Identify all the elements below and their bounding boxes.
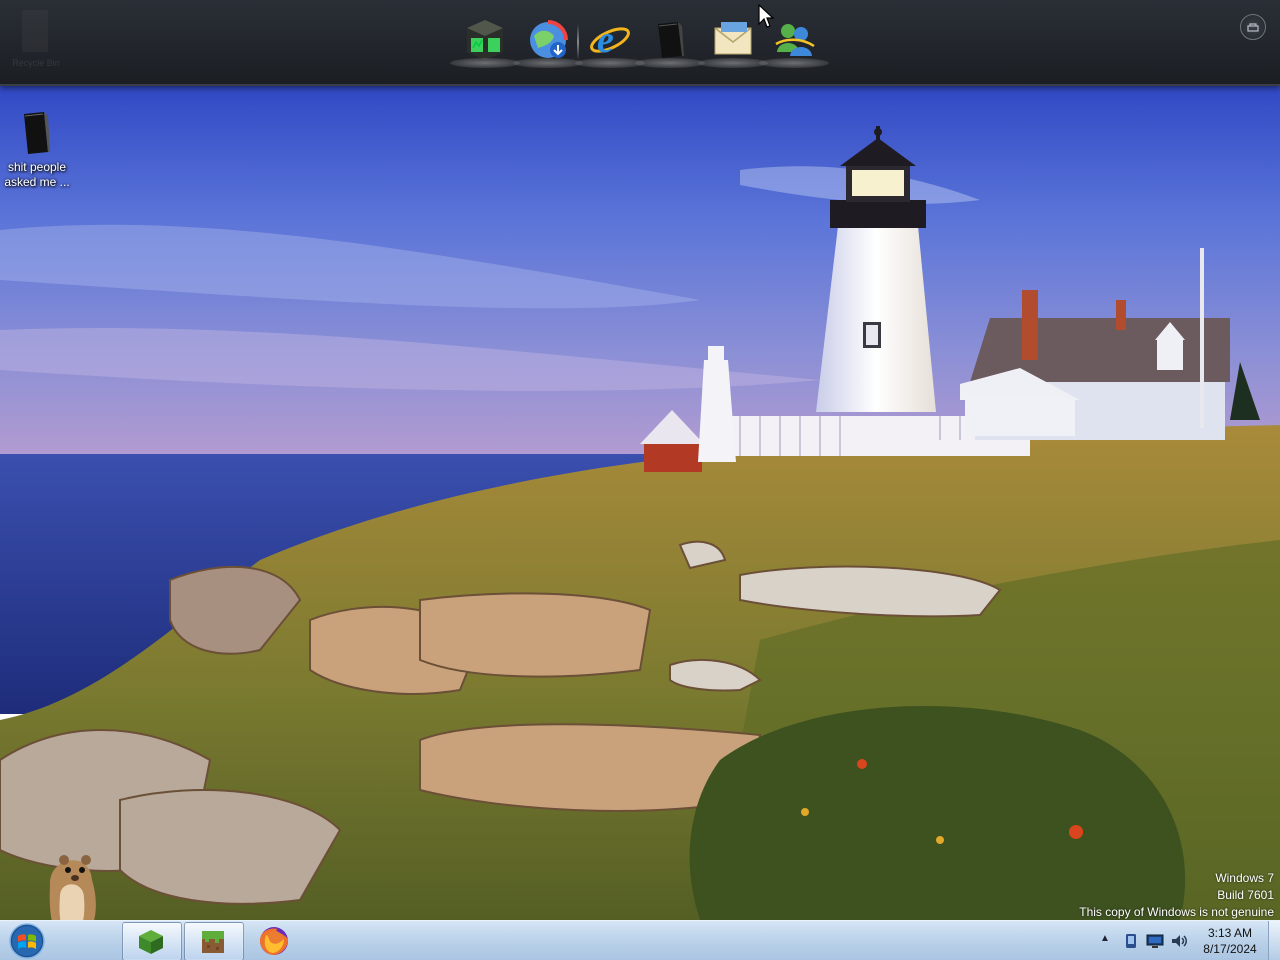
windows-orb-icon — [9, 923, 45, 959]
mouse-cursor-icon — [758, 4, 774, 28]
desktop-icon-label-line2: asked me ... — [4, 175, 70, 189]
tray-overflow-chevron-icon[interactable]: ▲ — [1100, 933, 1112, 945]
svg-text:e: e — [597, 19, 614, 61]
volume-icon[interactable] — [1170, 933, 1188, 949]
watermark-build: Build 7601 — [1217, 888, 1274, 902]
wallpaper-lighthouse — [0, 84, 1280, 960]
desktop-icon-label-line1: shit people — [7, 160, 67, 174]
monitor-icon[interactable] — [1146, 933, 1164, 949]
black-box-icon[interactable] — [648, 18, 692, 62]
watermark-os: Windows 7 — [1215, 871, 1274, 885]
clock-time: 3:13 AM — [1207, 926, 1253, 940]
desktop-icon-label: shit people asked me ... — [4, 160, 70, 190]
watermark-genuine-notice: This copy of Windows is not genuine — [1079, 905, 1274, 919]
taskbar-clock[interactable]: 3:13 AM 8/17/2024 — [1196, 925, 1264, 957]
black-box-icon — [24, 112, 50, 154]
task-manager-icon[interactable] — [463, 18, 507, 62]
recycle-bin-ghost-icon[interactable]: Recycle Bin — [10, 6, 62, 70]
mail-envelope-icon[interactable] — [711, 18, 755, 62]
dock-settings-icon[interactable] — [1240, 14, 1266, 40]
show-desktop-button[interactable] — [1268, 921, 1280, 960]
firefox-icon — [260, 927, 288, 955]
minecraft-grass-block-icon — [139, 930, 163, 954]
desktop: Recycle Bin e shit people asked me ... W… — [0, 0, 1280, 960]
recycle-bin-ghost-label: Recycle Bin — [12, 58, 60, 68]
messenger-people-icon[interactable] — [772, 18, 816, 62]
globe-download-icon[interactable] — [526, 18, 570, 62]
genuine-watermark: Windows 7 Build 7601 This copy of Window… — [1079, 870, 1274, 921]
dock-separator — [577, 24, 579, 60]
taskbar: ▲ 3:13 AM 8/17/2024 — [0, 920, 1280, 960]
taskbar-minecraft-button-2[interactable] — [184, 922, 244, 960]
taskbar-firefox-button[interactable] — [254, 925, 294, 957]
desktop-icon-folder[interactable]: shit people asked me ... — [4, 106, 70, 190]
phone-icon[interactable] — [1122, 933, 1140, 949]
clock-date: 8/17/2024 — [1203, 942, 1257, 956]
top-dock: Recycle Bin e — [0, 0, 1280, 86]
internet-explorer-icon[interactable]: e — [588, 18, 632, 62]
minecraft-grass-block-icon — [202, 931, 224, 953]
start-button[interactable] — [4, 922, 50, 960]
taskbar-minecraft-button-1[interactable] — [122, 922, 182, 960]
